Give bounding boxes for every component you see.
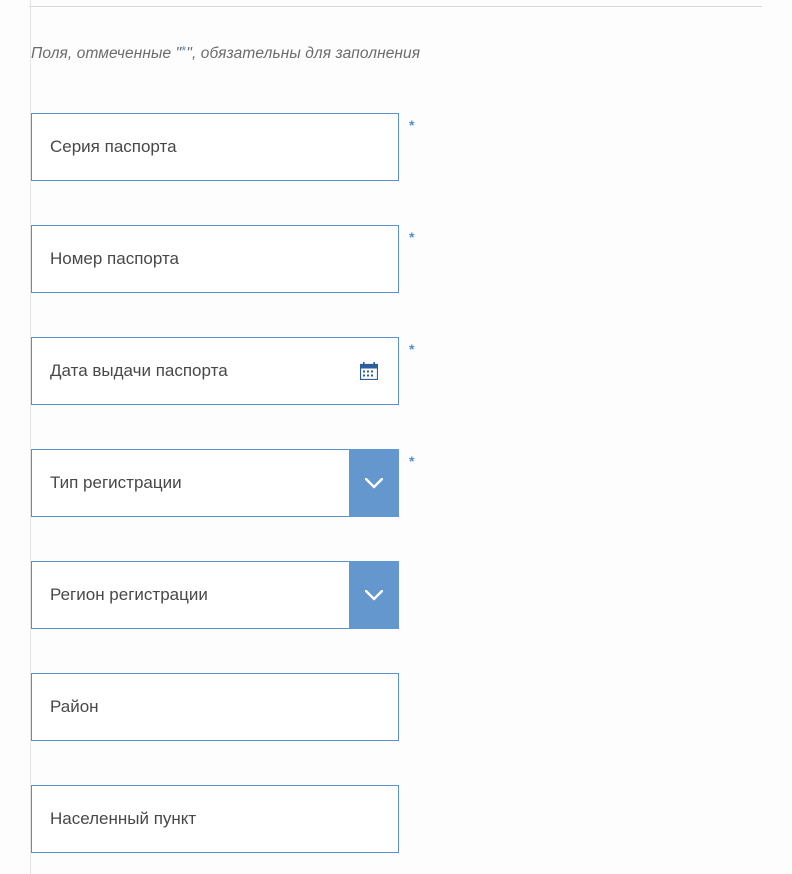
chevron-down-icon [365, 478, 383, 489]
row-settlement: Населенный пункт [31, 785, 762, 853]
row-passport-issue-date: Дата выдачи паспорта * [31, 337, 762, 405]
registration-region-label: Регион регистрации [50, 585, 349, 605]
registration-region-dropdown-button[interactable] [349, 561, 399, 629]
chevron-down-icon [365, 590, 383, 601]
asterisk-icon: * [181, 43, 186, 58]
passport-number-input[interactable]: Номер паспорта [31, 225, 399, 293]
form-container: Поля, отмеченные "*", обязательны для за… [30, 0, 762, 874]
required-mark: * [409, 453, 414, 469]
hint-before: Поля, отмеченные " [31, 45, 181, 62]
settlement-input[interactable]: Населенный пункт [31, 785, 399, 853]
row-passport-series: Серия паспорта * [31, 113, 762, 181]
hint-after: ", обязательны для заполнения [186, 45, 420, 62]
required-mark: * [409, 117, 414, 133]
required-mark: * [409, 229, 414, 245]
row-registration-region: Регион регистрации [31, 561, 762, 629]
required-fields-hint: Поля, отмеченные "*", обязательны для за… [31, 45, 762, 63]
registration-type-dropdown-button[interactable] [349, 449, 399, 517]
registration-region-select[interactable]: Регион регистрации [31, 561, 399, 629]
row-registration-type: Тип регистрации * [31, 449, 762, 517]
district-input[interactable]: Район [31, 673, 399, 741]
divider [29, 6, 762, 7]
row-district: Район [31, 673, 762, 741]
passport-series-input[interactable]: Серия паспорта [31, 113, 399, 181]
required-mark: * [409, 341, 414, 357]
registration-type-label: Тип регистрации [50, 473, 349, 493]
passport-issue-date-input[interactable]: Дата выдачи паспорта [31, 337, 399, 405]
registration-type-select[interactable]: Тип регистрации [31, 449, 399, 517]
row-passport-number: Номер паспорта * [31, 225, 762, 293]
